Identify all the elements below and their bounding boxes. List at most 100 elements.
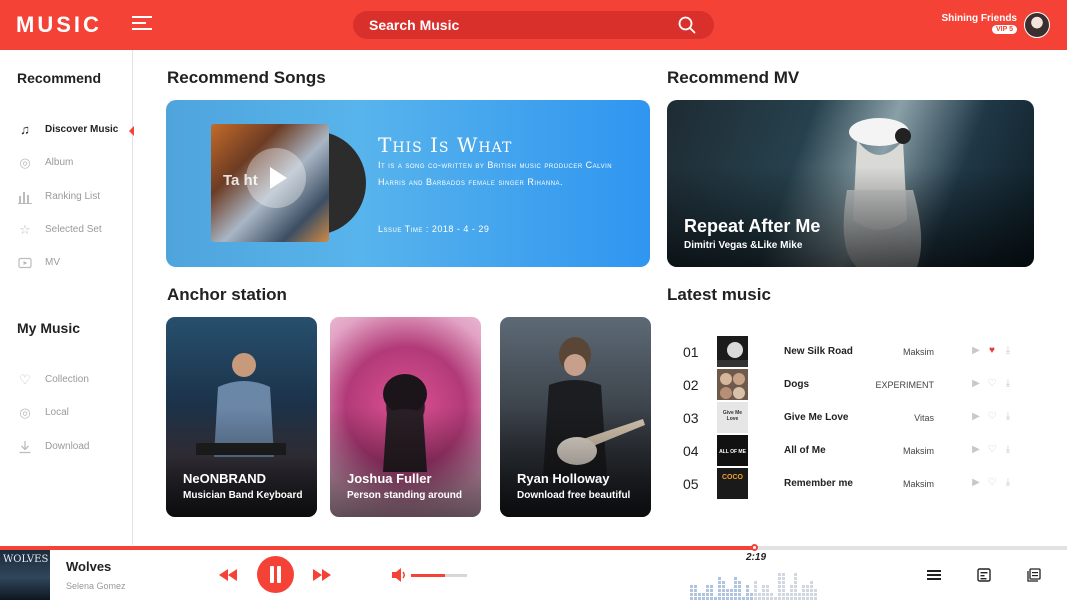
list-item[interactable]: 04 ALL OF ME All of Me Maksim ▶ ♡ ⤓ (667, 434, 1034, 466)
sidebar-item-local[interactable]: ◎ Local (0, 405, 133, 423)
music-note-icon: ♫ (20, 122, 30, 137)
play-icon[interactable] (246, 148, 306, 208)
heart-icon[interactable]: ♡ (986, 411, 998, 423)
volume-icon[interactable] (391, 567, 409, 583)
sidebar-item-ranking-list[interactable]: Ranking List (0, 189, 133, 207)
now-playing-artist: Selena Gomez (66, 581, 126, 591)
heart-icon[interactable]: ♡ (986, 378, 998, 390)
track-artist: Maksim (903, 479, 934, 489)
anchor-name: NeONBRAND (183, 471, 267, 486)
track-thumbnail (717, 336, 748, 367)
album-cover: Ta ht (211, 124, 329, 242)
menu-icon[interactable] (132, 16, 154, 34)
disc-icon: ◎ (19, 405, 31, 420)
search-box (353, 11, 714, 39)
anchor-shade (166, 317, 317, 517)
track-thumbnail: Give Me Love (717, 402, 748, 433)
now-playing-cover[interactable]: WOLVES (0, 550, 50, 600)
song-issue-time: Lssue Time : 2018 - 4 - 29 (378, 224, 490, 234)
search-input[interactable] (369, 15, 659, 35)
track-thumbnail (717, 369, 748, 400)
track-title: All of Me (784, 445, 826, 456)
anchor-desc: Person standing around (347, 490, 463, 501)
sidebar-item-label: Discover Music (45, 124, 119, 135)
download-icon[interactable]: ⤓ (1002, 411, 1014, 423)
anchor-card[interactable]: Ryan Holloway Download free beautiful (500, 317, 651, 517)
mv-title: Repeat After Me (684, 216, 821, 236)
play-icon[interactable]: ▶ (970, 378, 982, 390)
sidebar-item-mv[interactable]: MV (0, 255, 133, 273)
track-number: 03 (683, 410, 699, 426)
list-item[interactable]: 03 Give Me Love Give Me Love Vitas ▶ ♡ ⤓ (667, 401, 1034, 433)
play-icon[interactable]: ▶ (970, 444, 982, 456)
track-title: Dogs (784, 379, 809, 390)
sidebar-item-discover-music[interactable]: ♫ Discover Music (0, 122, 134, 140)
download-icon[interactable]: ⤓ (1002, 477, 1014, 489)
anchor-card[interactable]: Joshua Fuller Person standing around (330, 317, 481, 517)
track-title: Remember me (784, 478, 853, 489)
pause-button[interactable] (257, 556, 294, 593)
vip-badge: VIP 5 (992, 25, 1017, 34)
track-artist: Maksim (903, 446, 934, 456)
sidebar-item-label: Download (45, 441, 90, 452)
anchor-name: Joshua Fuller (347, 471, 432, 486)
play-icon[interactable]: ▶ (970, 345, 982, 357)
anchor-card[interactable]: NeONBRAND Musician Band Keyboard (166, 317, 317, 517)
queue-icon[interactable] (1027, 568, 1041, 582)
heart-icon[interactable]: ♡ (986, 477, 998, 489)
user-name[interactable]: Shining Friends (941, 13, 1017, 24)
avatar[interactable] (1024, 12, 1050, 38)
music-app: MUSIC Shining Friends VIP 5 Recommend ♫ … (0, 0, 1067, 600)
sidebar-item-label: Collection (45, 374, 89, 385)
recommend-mv-card[interactable]: Repeat After Me Dimitri Vegas &Like Mike (667, 100, 1034, 267)
sidebar-item-label: MV (45, 257, 60, 268)
anchor-shade (330, 317, 481, 517)
sidebar-section-title: My Music (17, 320, 81, 336)
sidebar-item-label: Local (45, 407, 69, 418)
play-icon[interactable]: ▶ (970, 411, 982, 423)
bar-chart-icon (18, 192, 32, 204)
heart-filled-icon[interactable]: ♥ (986, 345, 998, 357)
sidebar: Recommend ♫ Discover Music ◎ Album Ranki… (0, 50, 134, 545)
sidebar-item-download[interactable]: Download (0, 439, 133, 457)
anchor-desc: Musician Band Keyboard (183, 490, 303, 501)
download-icon[interactable]: ⤓ (1002, 378, 1014, 390)
track-number: 01 (683, 344, 699, 360)
list-item[interactable]: 02 Dogs EXPERIMENT ▶ ♡ ⤓ (667, 368, 1034, 400)
sidebar-item-album[interactable]: ◎ Album (0, 155, 133, 173)
play-icon[interactable]: ▶ (970, 477, 982, 489)
playlist-icon[interactable] (927, 568, 941, 582)
previous-icon[interactable] (219, 569, 237, 581)
star-icon: ☆ (19, 222, 31, 237)
track-artist: Vitas (914, 413, 934, 423)
thumb-text: COCO (722, 474, 743, 481)
thumb-text: ALL OF ME (719, 449, 746, 455)
heart-icon: ♡ (19, 372, 31, 387)
anchor-desc: Download free beautiful (517, 490, 631, 501)
logo: MUSIC (16, 12, 102, 37)
anchor-shade (500, 317, 651, 517)
download-icon[interactable]: ⤓ (1002, 345, 1014, 357)
recommend-song-banner[interactable]: Ta ht This Is What It is a song co-writt… (166, 100, 650, 267)
album-icon: ◎ (19, 155, 31, 170)
volume-slider[interactable] (411, 574, 467, 577)
track-title: Give Me Love (784, 412, 849, 423)
lyrics-icon[interactable] (977, 568, 991, 582)
list-item[interactable]: 05 COCO Remember me Maksim ▶ ♡ ⤓ (667, 467, 1034, 499)
track-number: 05 (683, 476, 699, 492)
next-icon[interactable] (313, 569, 331, 581)
track-number: 02 (683, 377, 699, 393)
download-icon[interactable]: ⤓ (1002, 444, 1014, 456)
sidebar-item-collection[interactable]: ♡ Collection (0, 372, 133, 390)
search-icon[interactable] (678, 16, 696, 34)
sidebar-item-selected-set[interactable]: ☆ Selected Set (0, 222, 133, 240)
track-artist: Maksim (903, 347, 934, 357)
anchor-name: Ryan Holloway (517, 471, 610, 486)
now-playing-title: Wolves (66, 559, 112, 574)
sidebar-item-label: Selected Set (45, 224, 102, 235)
mv-artist: Dimitri Vegas &Like Mike (684, 240, 803, 251)
list-item[interactable]: 01 New Silk Road Maksim ▶ ♥ ⤓ (667, 335, 1034, 367)
song-description: It is a song co-written by British music… (378, 160, 613, 187)
heart-icon[interactable]: ♡ (986, 444, 998, 456)
thumb-text: Give Me Love (722, 410, 743, 422)
